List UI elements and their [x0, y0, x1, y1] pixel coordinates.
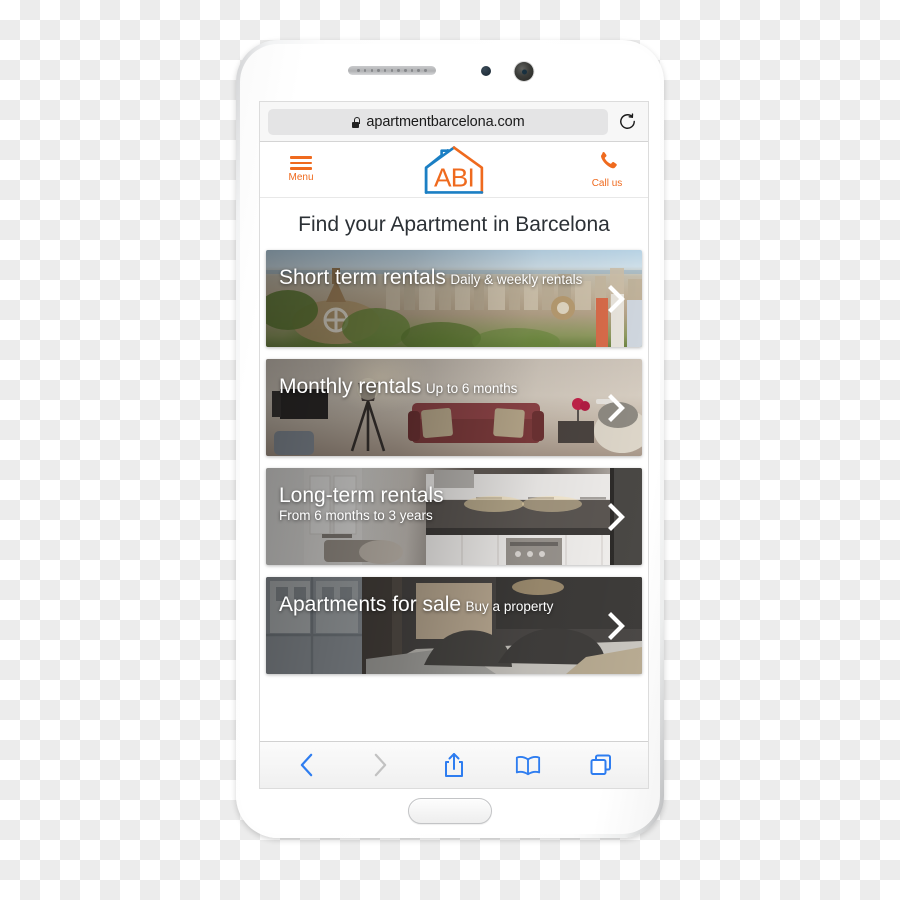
hamburger-icon — [290, 156, 312, 170]
card-text: Monthly rentals Up to 6 months — [279, 375, 590, 398]
phone-top-bezel — [240, 44, 660, 102]
phone-body: apartmentbarcelona.com Menu ABI Call us … — [240, 44, 660, 834]
phone-bottom-bezel — [240, 788, 660, 834]
bookmarks-button[interactable] — [507, 747, 549, 783]
house-logo-icon[interactable]: ABI — [415, 145, 493, 194]
phone-device: apartmentbarcelona.com Menu ABI Call us … — [236, 40, 664, 838]
chevron-right-icon — [606, 611, 628, 641]
category-card-monthly[interactable]: Monthly rentals Up to 6 months — [266, 359, 642, 457]
phone-icon — [597, 150, 618, 176]
phone-screen: apartmentbarcelona.com Menu ABI Call us … — [260, 102, 648, 788]
browser-url-bar: apartmentbarcelona.com — [260, 102, 648, 142]
card-text: Long-term rentals From 6 months to 3 yea… — [279, 484, 590, 525]
site-header: Menu ABI Call us — [260, 142, 648, 198]
card-title: Short term rentals — [279, 266, 446, 290]
browser-toolbar — [260, 741, 648, 788]
card-text: Apartments for sale Buy a property — [279, 593, 590, 616]
chevron-right-icon — [606, 502, 628, 532]
category-list: Short term rentals Daily & weekly rental… — [260, 250, 648, 675]
call-us-label: Call us — [591, 178, 623, 189]
category-card-long-term[interactable]: Long-term rentals From 6 months to 3 yea… — [266, 468, 642, 566]
home-button[interactable] — [408, 798, 492, 824]
front-camera-icon — [514, 62, 534, 81]
card-subtitle: From 6 months to 3 years — [279, 508, 433, 524]
url-input[interactable]: apartmentbarcelona.com — [268, 108, 608, 135]
category-card-for-sale[interactable]: Apartments for sale Buy a property — [266, 577, 642, 675]
chevron-right-icon — [606, 284, 628, 314]
svg-text:ABI: ABI — [434, 162, 474, 192]
card-title: Long-term rentals — [279, 484, 444, 508]
page-content: Find your Apartment in Barcelona Short t… — [260, 198, 648, 788]
tabs-button[interactable] — [580, 747, 622, 783]
card-scrim — [266, 577, 642, 675]
card-scrim — [266, 359, 642, 457]
menu-button[interactable]: Menu — [274, 156, 328, 183]
call-us-button[interactable]: Call us — [580, 150, 634, 189]
card-scrim — [266, 250, 642, 348]
lock-icon — [351, 116, 361, 128]
share-button[interactable] — [433, 747, 475, 783]
card-subtitle: Daily & weekly rentals — [450, 272, 583, 288]
page-title: Find your Apartment in Barcelona — [298, 213, 610, 236]
card-title: Monthly rentals — [279, 375, 422, 399]
card-subtitle: Up to 6 months — [425, 381, 518, 397]
card-subtitle: Buy a property — [465, 599, 554, 615]
category-card-short-term[interactable]: Short term rentals Daily & weekly rental… — [266, 250, 642, 348]
card-title: Apartments for sale — [279, 593, 462, 617]
chevron-right-icon — [606, 393, 628, 423]
menu-label: Menu — [288, 171, 314, 183]
url-text: apartmentbarcelona.com — [366, 113, 525, 130]
card-text: Short term rentals Daily & weekly rental… — [279, 266, 590, 289]
back-button[interactable] — [286, 747, 328, 783]
reload-icon[interactable] — [614, 109, 640, 135]
earpiece-speaker — [348, 66, 436, 75]
proximity-sensor — [481, 66, 491, 76]
forward-button[interactable] — [359, 747, 401, 783]
